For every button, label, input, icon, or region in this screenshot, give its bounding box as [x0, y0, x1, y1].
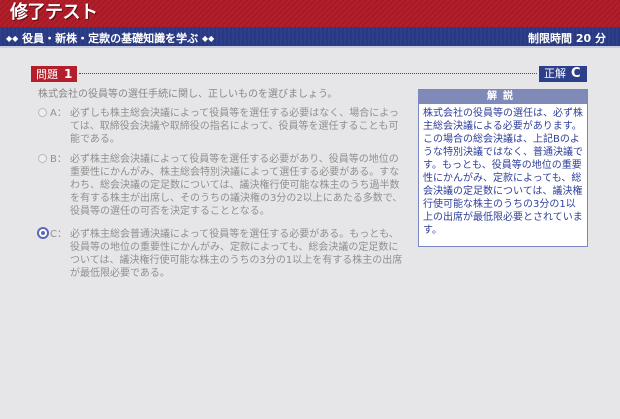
option-c[interactable]: C： 必ず株主総会普通決議によって役員等を選任する必要がある。もっとも、役員等の… — [37, 227, 404, 280]
option-b[interactable]: B： 必ず株主総会決議によって役員等を選任する必要があり、役員等の地位の重要性に… — [38, 153, 404, 218]
explanation-title: 解説 — [419, 90, 587, 104]
answer-label: 正解 — [544, 67, 566, 80]
course-title: ◆◆ 役員・新株・定款の基礎知識を学ぶ ◆◆ — [6, 30, 214, 46]
top-banner: 修了テスト — [0, 0, 620, 27]
time-limit: 制限時間 20 分 — [528, 32, 606, 45]
option-a[interactable]: A： 必ずしも株主総会決議によって役員等を選任する必要はなく、場合によっては、取… — [38, 107, 404, 146]
radio-button[interactable] — [38, 108, 47, 117]
option-text: 必ずしも株主総会決議によって役員等を選任する必要はなく、場合によっては、取締役会… — [70, 108, 399, 145]
question-text: 株式会社の役員等の選任手続に関し、正しいものを選びましょう。 — [38, 89, 338, 100]
explanation-text: 株式会社の役員等の選任は、必ず株主総会決議による必要があります。この場合の総会決… — [423, 108, 583, 236]
radio-button[interactable] — [38, 154, 47, 163]
answer-badge: 正解 C — [539, 66, 587, 82]
question-number: 1 — [64, 67, 73, 81]
diamond-icon: ◆ — [208, 34, 215, 43]
course-title-text: 役員・新株・定款の基礎知識を学ぶ — [22, 32, 199, 45]
option-text: 必ず株主総会決議によって役員等を選任する必要があり、役員等の地位の重要性にかんが… — [70, 154, 403, 217]
course-header: ◆◆ 役員・新株・定款の基礎知識を学ぶ ◆◆ 制限時間 20 分 — [0, 27, 620, 48]
option-letter: A： — [50, 108, 67, 119]
answer-value: C — [571, 66, 581, 81]
explanation-panel: 解説 株式会社の役員等の選任は、必ず株主総会決議による必要があります。この場合の… — [418, 89, 588, 247]
dotted-divider — [79, 73, 537, 74]
question-label: 問題 — [36, 68, 58, 81]
option-text: 必ず株主総会普通決議によって役員等を選任する必要がある。もっとも、役員等の地位の… — [70, 229, 403, 279]
radio-button-selected[interactable] — [37, 227, 49, 239]
option-letter: C： — [50, 229, 67, 240]
option-letter: B： — [50, 154, 67, 165]
app-logo: 修了テスト — [10, 2, 98, 23]
question-badge: 問題 1 — [31, 66, 77, 82]
diamond-icon: ◆ — [12, 34, 19, 43]
